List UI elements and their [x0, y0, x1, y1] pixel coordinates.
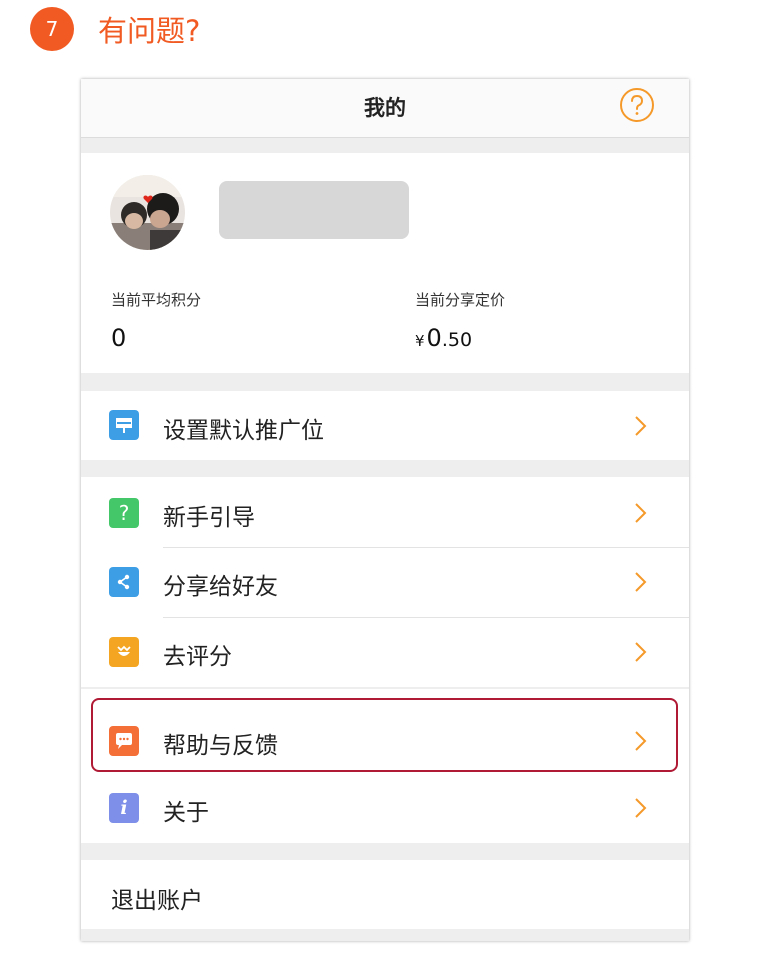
avg-score-stat: 当前平均积分 0	[111, 289, 201, 352]
username-placeholder	[219, 181, 409, 239]
logout-button[interactable]: 退出账户	[81, 860, 689, 929]
menu-item-about[interactable]: i 关于	[81, 777, 689, 843]
rating-icon	[109, 637, 139, 667]
menu-item-label: 设置默认推广位	[163, 418, 324, 444]
share-price-stat: 当前分享定价 ¥0.50	[415, 289, 505, 352]
page-title: 我的	[364, 96, 406, 120]
menu-item-default-slot[interactable]: 设置默认推广位	[81, 391, 689, 460]
menu-item-label: 去评分	[163, 644, 232, 670]
question-square-icon: ?	[109, 498, 139, 528]
avatar[interactable]	[110, 175, 185, 250]
chevron-right-icon	[635, 798, 647, 818]
highlight-box	[91, 698, 678, 772]
share-price-label: 当前分享定价	[415, 291, 506, 309]
menu-item-label: 关于	[163, 800, 209, 826]
phone-screen: 我的 当前平均积分 0 当前分享定价 ¥0.50 设置默认推广位 ? 新手引导 …	[81, 79, 689, 941]
menu-item-label: 新手引导	[163, 505, 255, 531]
user-avatar-photo	[110, 175, 185, 250]
step-number-badge: 7	[30, 7, 74, 51]
step-title: 有问题?	[98, 14, 201, 48]
menu-item-share[interactable]: 分享给好友	[81, 547, 689, 617]
question-circle-icon[interactable]	[619, 87, 655, 123]
avg-score-value: 0	[111, 324, 127, 352]
step-header: 7 有问题?	[30, 6, 200, 52]
logout-label: 退出账户	[111, 888, 203, 914]
profile-section[interactable]	[81, 153, 689, 272]
menu-item-label: 分享给好友	[163, 574, 278, 600]
chevron-right-icon	[635, 642, 647, 662]
chevron-right-icon	[635, 572, 647, 592]
menu-item-guide[interactable]: ? 新手引导	[81, 477, 689, 547]
billboard-icon	[109, 410, 139, 440]
chevron-right-icon	[635, 503, 647, 523]
currency-symbol: ¥	[415, 332, 425, 350]
price-decimal: .50	[441, 329, 473, 351]
stats-section: 当前平均积分 0 当前分享定价 ¥0.50	[81, 271, 689, 373]
navigation-bar: 我的	[81, 79, 689, 138]
info-icon: i	[109, 793, 139, 823]
price-integer: 0	[426, 324, 442, 352]
share-price-value: ¥0.50	[415, 324, 505, 352]
avg-score-label: 当前平均积分	[111, 291, 202, 309]
menu-group-general: ? 新手引导 分享给好友 去评分	[81, 477, 689, 687]
menu-item-rate[interactable]: 去评分	[81, 617, 689, 687]
chevron-right-icon	[635, 416, 647, 436]
share-icon	[109, 567, 139, 597]
